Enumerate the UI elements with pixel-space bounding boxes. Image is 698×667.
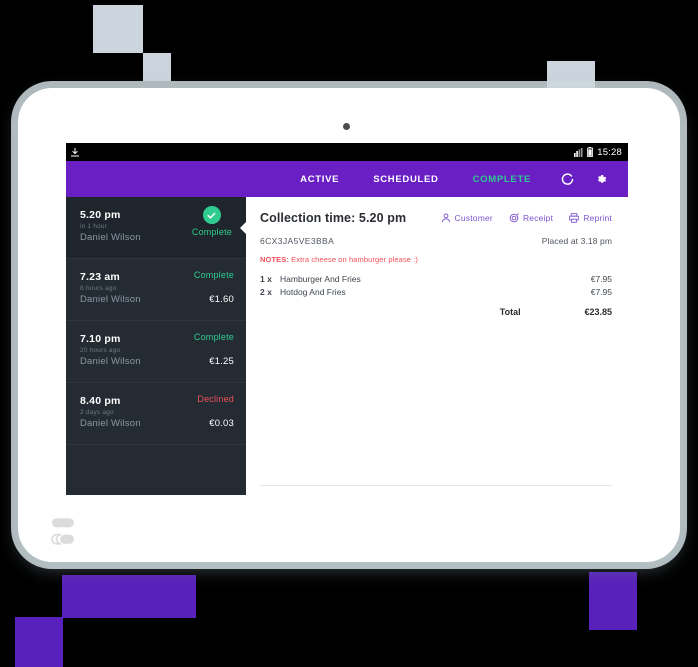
person-icon <box>441 213 450 223</box>
order-list-item-3[interactable]: 8.40 pm 2 days ago Daniel Wilson Decline… <box>66 383 246 445</box>
decorative-rect-purple-bottom <box>62 575 196 618</box>
tab-scheduled[interactable]: SCHEDULED <box>356 174 455 185</box>
detail-header: Collection time: 5.20 pm Customer Receip… <box>260 211 612 225</box>
order-status: Complete <box>191 227 232 237</box>
order-list-item-0[interactable]: 5.20 pm in 1 hour Daniel Wilson Complete <box>66 197 246 259</box>
refresh-icon <box>561 172 573 185</box>
order-item-row: 2 x Hotdog And Fries €7.95 <box>260 285 612 298</box>
receipt-button[interactable]: Receipt <box>509 213 553 223</box>
order-list-item-2[interactable]: 7.10 pm 20 hours ago Daniel Wilson Compl… <box>66 321 246 383</box>
battery-icon <box>587 147 594 157</box>
collection-time-title: Collection time: 5.20 pm <box>260 211 407 225</box>
total-value: €23.85 <box>584 307 612 317</box>
app-body: 5.20 pm in 1 hour Daniel Wilson Complete <box>66 197 628 495</box>
clover-logo-icon <box>51 518 74 545</box>
customer-button-label: Customer <box>454 213 493 223</box>
item-name: Hamburger And Fries <box>280 273 361 284</box>
signal-icon <box>574 147 583 157</box>
reprint-button-label: Reprint <box>583 213 612 223</box>
order-amount: €1.60 <box>209 294 234 305</box>
tablet-screen: 15:28 ACTIVE SCHEDULED COMPLETE 5.20 pm … <box>66 143 628 495</box>
order-amount: €0.03 <box>209 418 234 429</box>
decorative-square-purple-right <box>589 572 637 630</box>
android-status-bar: 15:28 <box>66 143 628 161</box>
check-icon <box>207 212 216 219</box>
tab-complete[interactable]: COMPLETE <box>456 174 548 185</box>
order-notes: NOTES: Extra cheese on hamburger please … <box>260 255 612 264</box>
order-list-item-1[interactable]: 7.23 am 8 hours ago Daniel Wilson Comple… <box>66 259 246 321</box>
refresh-button[interactable] <box>552 172 582 186</box>
order-items-table: 1 x Hamburger And Fries €7.95 2 x Hotdog… <box>260 272 612 319</box>
printer-icon <box>569 213 579 223</box>
app-bar: ACTIVE SCHEDULED COMPLETE <box>66 161 628 197</box>
decorative-square-purple-left <box>15 617 63 667</box>
item-price: €7.95 <box>590 286 612 297</box>
notes-label: NOTES: <box>260 255 289 264</box>
item-qty: 2 x <box>260 286 272 297</box>
customer-button[interactable]: Customer <box>441 213 493 223</box>
total-label: Total <box>499 307 521 317</box>
decorative-square-gray-top-left <box>93 5 143 53</box>
order-detail-pane: Collection time: 5.20 pm Customer Receip… <box>246 197 628 495</box>
check-circle-icon <box>202 206 221 224</box>
gear-icon <box>597 174 606 183</box>
item-price: €7.95 <box>590 273 612 284</box>
order-list[interactable]: 5.20 pm in 1 hour Daniel Wilson Complete <box>66 197 246 495</box>
placed-at-label: Placed at 3.18 pm <box>541 236 612 246</box>
receipt-button-label: Receipt <box>522 213 554 223</box>
settings-button[interactable] <box>586 173 616 186</box>
decorative-square-gray-small <box>143 53 171 81</box>
order-status: Complete <box>193 270 234 280</box>
camera-dot-icon <box>343 123 350 130</box>
detail-meta-row: 6CX3JA5VE3BBA Placed at 3.18 pm <box>260 236 612 246</box>
order-total-row: Total €23.85 <box>260 298 612 319</box>
item-qty: 1 x <box>260 273 272 284</box>
order-amount: €1.25 <box>209 356 234 367</box>
order-status: Complete <box>193 332 234 342</box>
order-status: Declined <box>197 394 234 404</box>
notes-text: Extra cheese on hamburger please :) <box>291 255 419 264</box>
order-item-row: 1 x Hamburger And Fries €7.95 <box>260 272 612 285</box>
tablet-device-frame: 15:28 ACTIVE SCHEDULED COMPLETE 5.20 pm … <box>18 88 680 562</box>
reprint-button[interactable]: Reprint <box>569 213 612 223</box>
order-code: 6CX3JA5VE3BBA <box>260 236 335 246</box>
tab-active[interactable]: ACTIVE <box>283 174 356 185</box>
receipt-icon <box>509 213 519 223</box>
download-icon <box>71 147 79 156</box>
status-clock: 15:28 <box>597 146 622 158</box>
page-root: 15:28 ACTIVE SCHEDULED COMPLETE 5.20 pm … <box>0 0 698 667</box>
detail-actions: Customer Receipt Reprint <box>441 213 613 223</box>
item-name: Hotdog And Fries <box>280 286 346 297</box>
detail-divider <box>260 485 612 486</box>
